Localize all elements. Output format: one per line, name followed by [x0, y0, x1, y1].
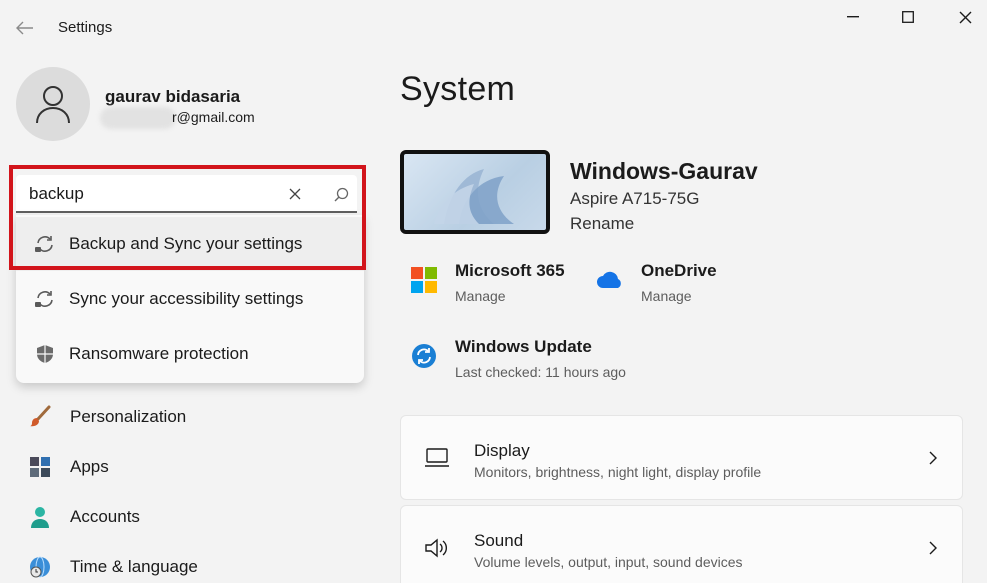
paintbrush-icon	[26, 403, 54, 431]
windows-update-tile[interactable]: Windows Update Last checked: 11 hours ag…	[409, 337, 669, 387]
clear-icon	[289, 188, 301, 200]
user-name: gaurav bidasaria	[105, 87, 241, 106]
close-button[interactable]	[937, 0, 987, 34]
minimize-button[interactable]	[825, 0, 881, 34]
card-sub: Volume levels, output, input, sound devi…	[474, 554, 743, 570]
nav-item-personalization[interactable]: Personalization	[26, 397, 366, 437]
nav-item-time-language[interactable]: Time & language	[26, 547, 366, 583]
apps-icon	[26, 453, 54, 481]
suggestion-label: Sync your accessibility settings	[69, 289, 304, 308]
globe-clock-icon	[26, 553, 54, 581]
chevron-right-icon	[925, 538, 941, 558]
chevron-right-icon	[925, 448, 941, 468]
maximize-button[interactable]	[880, 0, 936, 34]
suggestion-accessibility-sync[interactable]: Sync your accessibility settings	[16, 272, 364, 326]
close-icon	[959, 11, 971, 23]
speaker-icon	[423, 536, 451, 560]
maximize-icon	[902, 11, 914, 23]
suggestion-label: Ransomware protection	[69, 344, 249, 363]
onedrive-tile[interactable]: OneDrive Manage	[595, 261, 745, 311]
shield-icon	[34, 343, 56, 365]
device-model: Aspire A715-75G	[570, 189, 700, 208]
quick-title: Microsoft 365	[455, 261, 565, 280]
suggestion-backup-sync[interactable]: Backup and Sync your settings	[16, 217, 364, 271]
nav-label: Accounts	[70, 507, 140, 526]
device-thumbnail	[400, 150, 550, 234]
nav-item-accounts[interactable]: Accounts	[26, 497, 366, 537]
avatar[interactable]	[16, 67, 90, 141]
search-input[interactable]: backup	[16, 175, 357, 213]
quick-sub: Last checked: 11 hours ago	[455, 364, 626, 380]
person-icon	[26, 503, 54, 531]
quick-title: Windows Update	[455, 337, 592, 356]
display-icon	[423, 446, 451, 470]
onedrive-cloud-icon	[595, 265, 625, 295]
search-suggestions: Backup and Sync your settings Sync your …	[16, 215, 364, 383]
quick-sub[interactable]: Manage	[455, 288, 506, 304]
clear-search-button[interactable]	[286, 185, 304, 203]
search-icon[interactable]	[332, 185, 350, 203]
search-value: backup	[29, 184, 84, 203]
sync-icon	[34, 288, 56, 310]
rename-link[interactable]: Rename	[570, 214, 634, 234]
update-icon	[409, 341, 439, 371]
suggestion-ransomware[interactable]: Ransomware protection	[16, 327, 364, 381]
card-sub: Monitors, brightness, night light, displ…	[474, 464, 762, 480]
window-title: Settings	[58, 19, 113, 36]
nav-label: Personalization	[70, 407, 187, 426]
wallpaper-bloom-icon	[434, 169, 514, 224]
back-button[interactable]	[12, 16, 38, 40]
quick-title: OneDrive	[641, 261, 717, 280]
suggestion-label: Backup and Sync your settings	[69, 234, 303, 253]
sound-settings-card[interactable]: Sound Volume levels, output, input, soun…	[400, 505, 963, 583]
page-title: System	[400, 70, 516, 108]
back-arrow-icon	[16, 21, 33, 35]
microsoft-365-tile[interactable]: Microsoft 365 Manage	[409, 261, 589, 311]
microsoft-logo-icon	[409, 265, 439, 295]
card-title: Sound	[474, 531, 524, 550]
nav-label: Apps	[70, 457, 109, 476]
device-name: Windows-Gaurav	[570, 158, 758, 184]
display-settings-card[interactable]: Display Monitors, brightness, night ligh…	[400, 415, 963, 500]
user-email: r@gmail.com	[172, 109, 255, 125]
title-bar: Settings	[0, 0, 987, 56]
nav-item-apps[interactable]: Apps	[26, 447, 366, 487]
user-icon	[36, 86, 70, 124]
nav-label: Time & language	[70, 557, 198, 576]
quick-sub[interactable]: Manage	[641, 288, 692, 304]
minimize-icon	[847, 16, 859, 18]
card-title: Display	[474, 441, 530, 460]
email-redaction	[100, 107, 176, 129]
sync-icon	[34, 233, 56, 255]
